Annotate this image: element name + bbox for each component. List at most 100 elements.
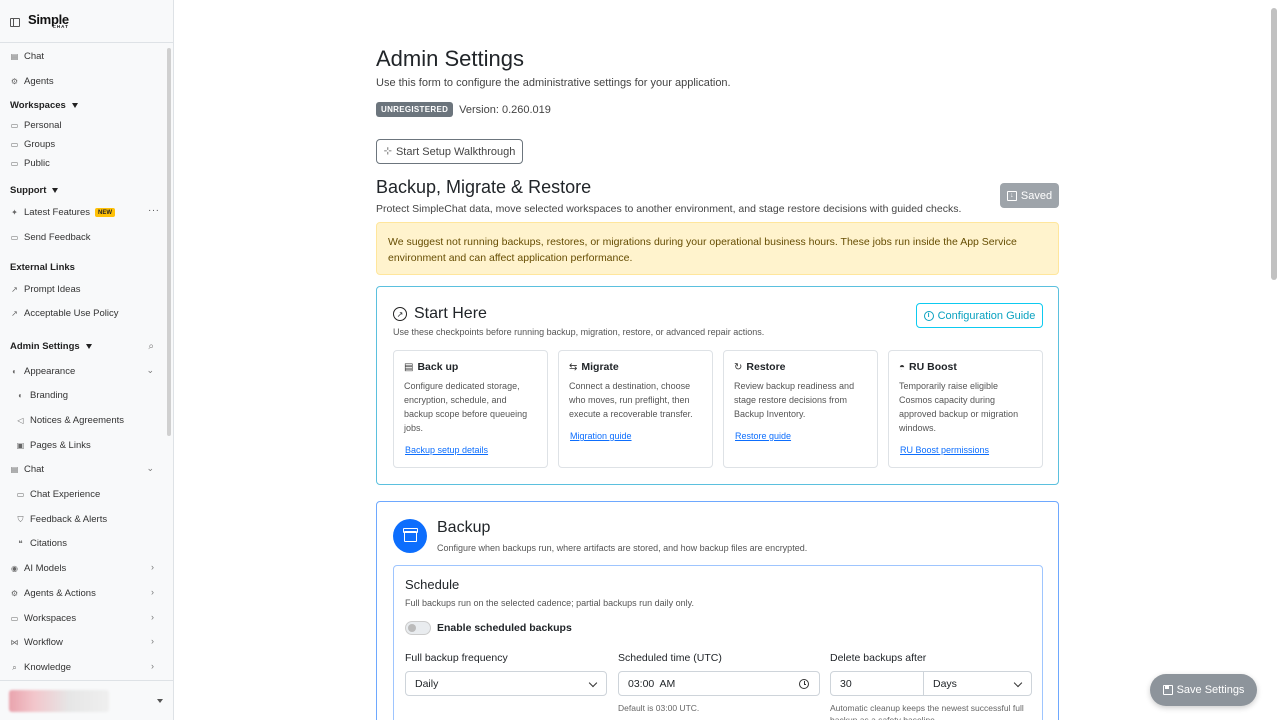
delete-after-hint: Automatic cleanup keeps the newest succe… [830, 703, 1024, 720]
folder-icon: ▭ [10, 614, 19, 623]
sidebar-item-pages-links[interactable]: ▣ Pages & Links [16, 440, 91, 451]
delete-after-input[interactable]: 30 [830, 671, 924, 696]
caret-down-icon [52, 188, 59, 193]
ru-boost-permissions-link[interactable]: RU Boost permissions [900, 445, 989, 455]
version-text: Version: 0.260.019 [459, 103, 551, 116]
chevron-down-icon[interactable]: ⌄ [146, 463, 154, 474]
feedback-icon: ▭ [10, 233, 19, 242]
folder-icon: ▭ [10, 140, 19, 149]
chevron-right-icon[interactable]: › [151, 612, 154, 622]
sidebar-head-admin-settings[interactable]: Admin Settings [10, 341, 92, 352]
sidebar-item-groups[interactable]: ▭ Groups [10, 139, 55, 150]
sidebar-item-feedback-alerts[interactable]: ⛉ Feedback & Alerts [16, 514, 108, 525]
chat-icon: ▤ [10, 465, 19, 474]
configuration-guide-button[interactable]: i Configuration Guide [916, 303, 1043, 328]
new-badge: NEW [95, 208, 116, 217]
page-title: Admin Settings [376, 46, 524, 71]
sidebar-item-notices[interactable]: ◁ Notices & Agreements [16, 415, 124, 426]
chat-icon: ▭ [16, 490, 25, 499]
sidebar-item-workflow[interactable]: ⋈ Workflow [10, 637, 63, 648]
archive-icon: ▤ [404, 361, 414, 373]
folder-icon: ▭ [10, 121, 19, 130]
sidebar-head-support[interactable]: Support [10, 185, 59, 196]
sidebar-scrollbar[interactable] [167, 48, 171, 436]
sidebar-head-external-links: External Links [10, 262, 75, 273]
section-desc: Protect SimpleChat data, move selected w… [376, 203, 962, 215]
scheduled-backups-toggle[interactable] [405, 621, 431, 635]
caret-down-icon [157, 699, 163, 703]
sidebar-item-citations[interactable]: ❝ Citations [16, 538, 67, 549]
robot-icon: ⚙ [10, 77, 19, 86]
start-setup-walkthrough-button[interactable]: ⊹ Start Setup Walkthrough [376, 139, 523, 164]
chevron-right-icon[interactable]: › [151, 661, 154, 671]
sidebar-item-agents-actions[interactable]: ⚙ Agents & Actions [10, 588, 96, 599]
page-scrollbar[interactable] [1271, 8, 1277, 280]
chevron-right-icon[interactable]: › [151, 562, 154, 572]
schedule-panel: Schedule Full backups run on the selecte… [393, 565, 1043, 720]
sparkle-icon: ✦ [11, 208, 18, 217]
sidebar-item-chat-section[interactable]: ▤ Chat [10, 464, 44, 475]
backup-desc: Configure when backups run, where artifa… [437, 543, 808, 553]
sidebar-item-chat[interactable]: ▤ Chat [10, 51, 44, 62]
quote-icon: ❝ [18, 539, 23, 548]
delete-after-unit-select[interactable]: Days [923, 671, 1032, 696]
sidebar-item-appearance[interactable]: ◐ Appearance [10, 366, 75, 377]
start-here-title: ↗ Start Here [393, 305, 487, 323]
scheduled-time-hint: Default is 03:00 UTC. [618, 703, 700, 713]
step-card-restore: ↻ Restore Review backup readiness and sta… [723, 350, 878, 468]
sidebar-item-public[interactable]: ▭ Public [10, 158, 50, 169]
step-card-ru-boost: ◓ RU Boost Temporarily raise eligible Cos… [888, 350, 1043, 468]
search-icon[interactable]: ⌕ [148, 341, 154, 352]
step-card-backup: ▤ Back up Configure dedicated storage, en… [393, 350, 548, 468]
chat-icon: ▤ [10, 52, 19, 61]
cpu-icon: ◉ [11, 564, 18, 573]
registration-badge: UNREGISTERED [376, 102, 454, 117]
section-title: Backup, Migrate & Restore [376, 177, 592, 197]
sidebar-item-branding[interactable]: ◐ Branding [16, 390, 68, 401]
sidebar-item-latest-features[interactable]: ✦ Latest Features NEW [10, 207, 116, 218]
backup-card: Backup Configure when backups run, where… [376, 501, 1059, 720]
sidebar-item-personal[interactable]: ▭ Personal [10, 120, 62, 131]
sidebar-item-acceptable-use[interactable]: ↗ Acceptable Use Policy [10, 308, 118, 319]
saved-button[interactable]: ↓ Saved [1000, 183, 1059, 208]
sidebar-item-agents[interactable]: ⚙ Agents [10, 76, 54, 87]
scheduled-time-input[interactable]: 03:00 AM [618, 671, 820, 696]
chevron-down-icon [588, 678, 598, 688]
external-link-icon: ↗ [11, 309, 18, 318]
brand-bar: Simple CHAT [0, 0, 173, 43]
sidebar-item-prompt-ideas[interactable]: ↗ Prompt Ideas [10, 284, 80, 295]
schedule-title: Schedule [405, 577, 460, 592]
delete-after-label: Delete backups after [830, 652, 927, 664]
sidebar-item-chat-experience[interactable]: ▭ Chat Experience [16, 489, 101, 500]
chevron-right-icon[interactable]: › [151, 587, 154, 597]
compass-icon: ↗ [393, 307, 407, 321]
chevron-right-icon[interactable]: › [151, 636, 154, 646]
workflow-icon: ⋈ [10, 638, 19, 647]
user-menu[interactable] [0, 680, 173, 720]
backup-setup-details-link[interactable]: Backup setup details [405, 445, 488, 455]
sidebar-item-ai-models[interactable]: ◉ AI Models [10, 563, 66, 574]
sidebar-item-knowledge[interactable]: ⌕ Knowledge [10, 662, 71, 673]
sidebar-item-send-feedback[interactable]: ▭ Send Feedback [10, 232, 91, 243]
start-here-card: ↗ Start Here Use these checkpoints before… [376, 286, 1059, 485]
sidebar-head-workspaces[interactable]: Workspaces [10, 100, 78, 111]
arrows-swap-icon: ⇆ [569, 361, 578, 373]
chevron-down-icon[interactable]: ⌄ [146, 365, 154, 376]
search-icon: ⌕ [12, 662, 17, 672]
sidebar-item-workspaces-section[interactable]: ▭ Workspaces [10, 613, 76, 624]
backup-title: Backup [437, 519, 491, 536]
frequency-select[interactable]: Daily [405, 671, 607, 696]
sidebar: Simple CHAT ▤ Chat ⚙ Agents Workspaces ▭ Pe… [0, 0, 174, 720]
step-card-migrate: ⇆ Migrate Connect a destination, choose w… [558, 350, 713, 468]
more-options-icon[interactable]: ··· [148, 205, 160, 216]
migration-guide-link[interactable]: Migration guide [570, 431, 632, 441]
restore-guide-link[interactable]: Restore guide [735, 431, 791, 441]
clock-icon[interactable] [799, 679, 809, 689]
app-logo[interactable]: Simple CHAT [28, 13, 69, 30]
avatar [9, 690, 109, 712]
save-settings-button[interactable]: Save Settings [1150, 674, 1257, 706]
speedometer-icon: ◓ [899, 361, 906, 373]
scheduled-backups-toggle-row: Enable scheduled backups [405, 621, 572, 635]
folder-icon: ▭ [10, 159, 19, 168]
sidebar-toggle-icon[interactable] [10, 17, 20, 27]
